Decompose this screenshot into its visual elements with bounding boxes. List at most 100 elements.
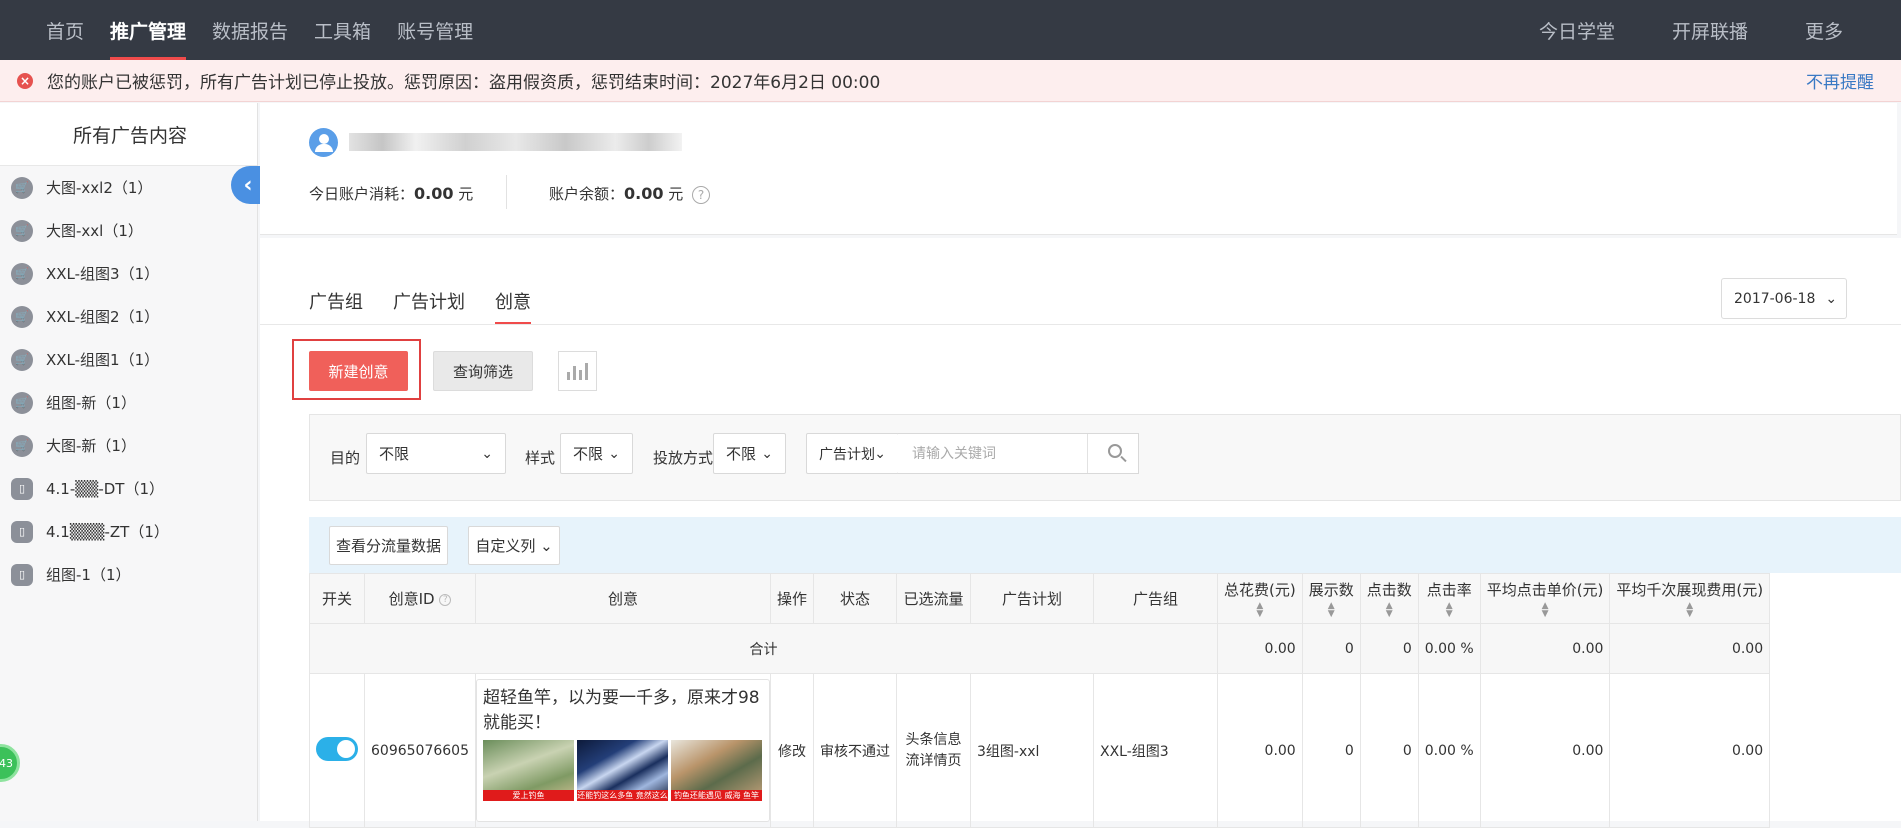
search-scope-value: 广告计划 (819, 446, 875, 463)
style-select[interactable]: 不限 ⌄ (560, 433, 633, 474)
switch-cell (309, 673, 365, 828)
bar-chart-icon[interactable] (558, 351, 597, 391)
nav-reports[interactable]: 数据报告 (212, 0, 288, 60)
sort-icon[interactable]: ▲ ▼ (1224, 602, 1296, 619)
avg-cpm: 0.00 (1609, 673, 1771, 828)
sidebar-title[interactable]: 所有广告内容 (0, 103, 257, 166)
enable-toggle[interactable] (316, 736, 358, 761)
sidebar-item[interactable]: 🛒 XXL-组图3（1） (0, 252, 257, 295)
today-spend-value: 0.00 (414, 184, 454, 203)
col-creative-id-label: 创意ID (388, 590, 435, 608)
sort-icon[interactable]: ▲ ▼ (1487, 602, 1604, 619)
col-status: 状态 (813, 573, 897, 624)
nav-account[interactable]: 账号管理 (397, 0, 473, 60)
summary-ctr: 0.00 % (1417, 623, 1481, 674)
col-avg-cpm[interactable]: 平均千次展现费用(元) ▲ ▼ (1609, 573, 1771, 624)
help-icon[interactable]: ? (439, 593, 452, 606)
search-scope-select[interactable]: 广告计划 ⌄ (806, 433, 899, 474)
cart-icon: 🛒 (11, 434, 33, 457)
purpose-select[interactable]: 不限 ⌄ (366, 433, 506, 474)
ad-plan-link[interactable]: 3组图-xxl (970, 673, 1094, 828)
col-clicks[interactable]: 点击数 ▲ ▼ (1359, 573, 1419, 624)
cart-icon: 🛒 (11, 176, 33, 199)
ad-group-link[interactable]: XXL-组图3 (1093, 673, 1218, 828)
creative-title: 超轻鱼竿，以为要一千多，原来才98就能买！ (482, 688, 760, 733)
sidebar-item-label: XXL-组图1（1） (46, 351, 160, 369)
delivery-value: 不限 (726, 445, 757, 463)
sort-icon[interactable]: ▲ ▼ (1425, 602, 1474, 619)
edit-link[interactable]: 修改 (769, 673, 815, 828)
custom-columns-button[interactable]: 自定义列 ⌄ (468, 526, 560, 565)
tab-ad-plans[interactable]: 广告计划 (393, 288, 465, 322)
new-creative-button[interactable]: 新建创意 (309, 351, 408, 391)
summary-clicks: 0 (1359, 623, 1419, 674)
col-clicks-label: 点击数 (1366, 581, 1412, 599)
col-impressions-label: 展示数 (1308, 581, 1354, 599)
sidebar-item[interactable]: 🛒 大图-新（1） (0, 424, 257, 467)
view-traffic-data-button[interactable]: 查看分流量数据 (329, 526, 448, 565)
sidebar-item[interactable]: ▯ 4.1-▒▒-DT（1） (0, 467, 257, 510)
date-picker[interactable]: 2017-06-18 ⌄ (1721, 278, 1847, 319)
cart-icon: 🛒 (11, 219, 33, 242)
nav-splash[interactable]: 开屏联播 (1672, 17, 1748, 44)
user-avatar-icon (309, 128, 338, 157)
help-icon[interactable]: ? (692, 186, 711, 204)
sidebar-item[interactable]: 🛒 组图-新（1） (0, 381, 257, 424)
phone-icon: ▯ (11, 563, 33, 586)
col-avg-cpc[interactable]: 平均点击单价(元) ▲ ▼ (1479, 573, 1611, 624)
sidebar-item[interactable]: 🛒 XXL-组图2（1） (0, 295, 257, 338)
avg-cpc: 0.00 (1479, 673, 1611, 828)
chevron-down-icon: ⌄ (481, 445, 493, 462)
nav-promotion[interactable]: 推广管理 (110, 0, 187, 60)
creative-image: 钓鱼还能遇见 威海 鱼竿 (670, 740, 762, 801)
account-name-redacted (349, 133, 682, 151)
delivery-select[interactable]: 不限 ⌄ (713, 433, 786, 474)
nav-toolbox[interactable]: 工具箱 (314, 0, 371, 60)
delivery-label: 投放方式 (653, 449, 714, 467)
col-total-cost[interactable]: 总花费(元) ▲ ▼ (1217, 573, 1303, 624)
dismiss-link[interactable]: 不再提醒 (1806, 68, 1874, 93)
nav-home[interactable]: 首页 (46, 0, 84, 60)
sort-icon[interactable]: ▲ ▼ (1309, 602, 1354, 619)
query-filter-button[interactable]: 查询筛选 (433, 351, 533, 391)
creative-preview[interactable]: 超轻鱼竿，以为要一千多，原来才98就能买！ 爱上钓鱼 还能钓这么多鱼 竟然这么便… (476, 679, 770, 822)
sidebar-item-label: 组图-1（1） (46, 566, 131, 584)
account-balance: 账户余额：0.00 元 ? (549, 183, 711, 204)
nav-more[interactable]: 更多 (1805, 17, 1843, 44)
col-avg-cpc-label: 平均点击单价(元) (1486, 581, 1604, 599)
sidebar-item[interactable]: 🛒 大图-xxl（1） (0, 209, 257, 252)
sidebar-item[interactable]: 🛒 XXL-组图1（1） (0, 338, 257, 381)
phone-icon: ▯ (11, 520, 33, 543)
chevron-down-icon: ⌄ (540, 536, 553, 555)
sidebar-item-label: XXL-组图2（1） (46, 308, 160, 326)
tabs-divider (260, 324, 1901, 325)
sidebar-item[interactable]: ▯ 4.1▒▒▒-ZT（1） (0, 510, 257, 553)
sidebar-item[interactable]: ▯ 组图-1（1） (0, 553, 257, 596)
cart-icon: 🛒 (11, 262, 33, 285)
sidebar-item-label: 大图-新（1） (46, 437, 136, 455)
col-impressions[interactable]: 展示数 ▲ ▼ (1301, 573, 1361, 624)
summary-impressions: 0 (1301, 623, 1361, 674)
tab-creatives[interactable]: 创意 (495, 288, 531, 324)
col-creative: 创意 (474, 573, 771, 624)
sort-icon[interactable]: ▲ ▼ (1367, 602, 1412, 619)
col-ad-group: 广告组 (1093, 573, 1218, 624)
sidebar-item-label: 4.1-▒▒-DT（1） (46, 480, 165, 498)
summary-avg-cpm: 0.00 (1609, 623, 1771, 674)
sidebar-item[interactable]: 🛒 大图-xxl2（1） (0, 166, 257, 209)
search-icon[interactable] (1108, 444, 1122, 458)
creative-image: 还能钓这么多鱼 竟然这么便宜 (576, 740, 668, 801)
chevron-left-icon: ‹ (243, 172, 253, 198)
chevron-down-icon: ⌄ (761, 445, 773, 462)
nav-academy[interactable]: 今日学堂 (1539, 17, 1615, 44)
summary-label: 合计 (309, 623, 1218, 674)
sort-icon[interactable]: ▲ ▼ (1616, 602, 1763, 619)
tab-ad-groups[interactable]: 广告组 (309, 288, 363, 322)
clicks: 0 (1359, 673, 1419, 828)
impressions: 0 (1301, 673, 1361, 828)
image-caption: 还能钓这么多鱼 竟然这么便宜 (576, 790, 668, 801)
keyword-search-input[interactable] (910, 444, 1090, 463)
col-creative-id[interactable]: 创意ID ? (364, 573, 476, 624)
sidebar-item-label: 大图-xxl（1） (46, 222, 143, 240)
col-ctr[interactable]: 点击率 ▲ ▼ (1417, 573, 1481, 624)
